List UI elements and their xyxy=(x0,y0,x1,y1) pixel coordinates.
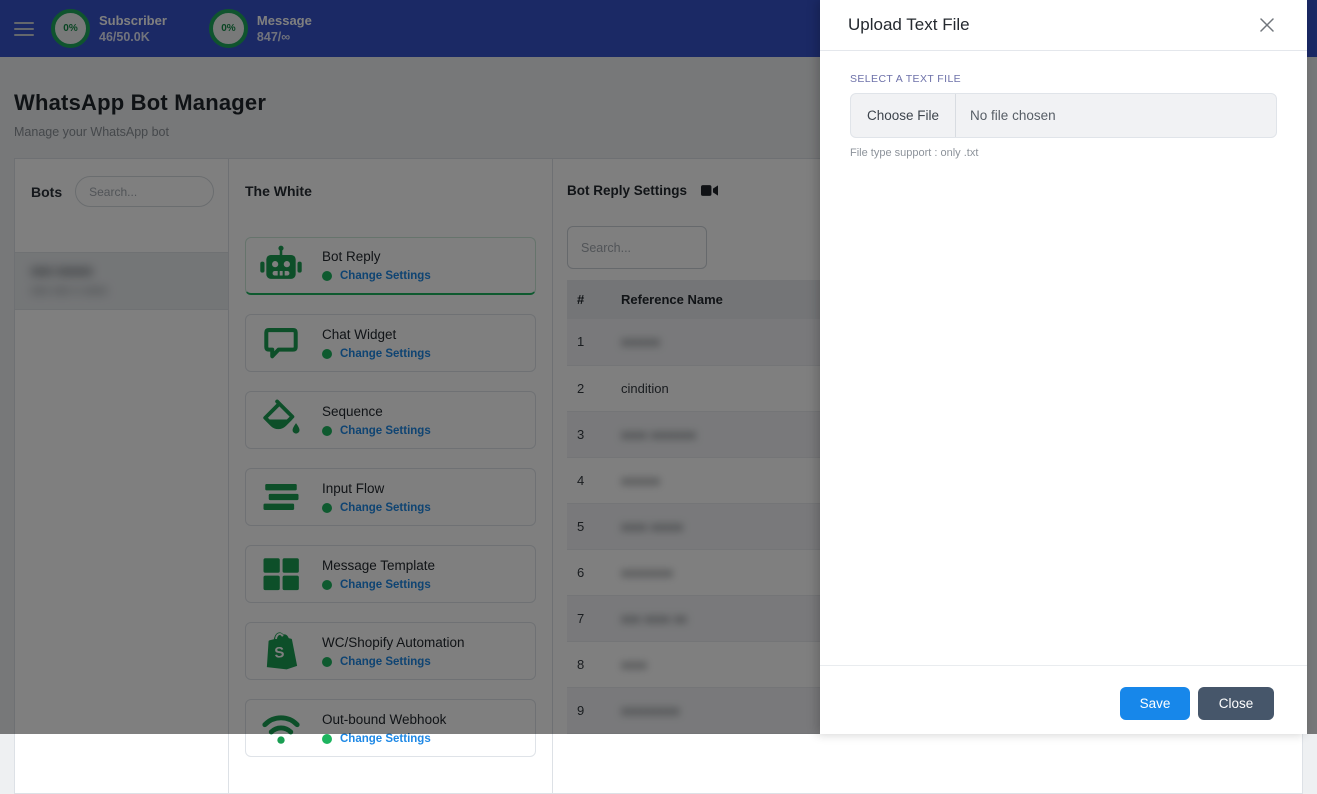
choose-file-button[interactable]: Choose File xyxy=(851,94,956,137)
status-dot xyxy=(322,734,332,744)
close-icon[interactable] xyxy=(1255,13,1279,37)
file-input: Choose File No file chosen xyxy=(850,93,1277,138)
change-settings-link[interactable]: Change Settings xyxy=(340,733,431,745)
file-chosen-status: No file chosen xyxy=(956,108,1056,123)
upload-text-file-modal: Upload Text File SELECT A TEXT FILE Choo… xyxy=(820,0,1307,734)
close-button[interactable]: Close xyxy=(1198,687,1274,720)
file-field-label: SELECT A TEXT FILE xyxy=(850,73,1277,85)
file-type-helper-text: File type support : only .txt xyxy=(850,147,1277,159)
modal-title: Upload Text File xyxy=(848,15,970,35)
save-button[interactable]: Save xyxy=(1120,687,1190,720)
